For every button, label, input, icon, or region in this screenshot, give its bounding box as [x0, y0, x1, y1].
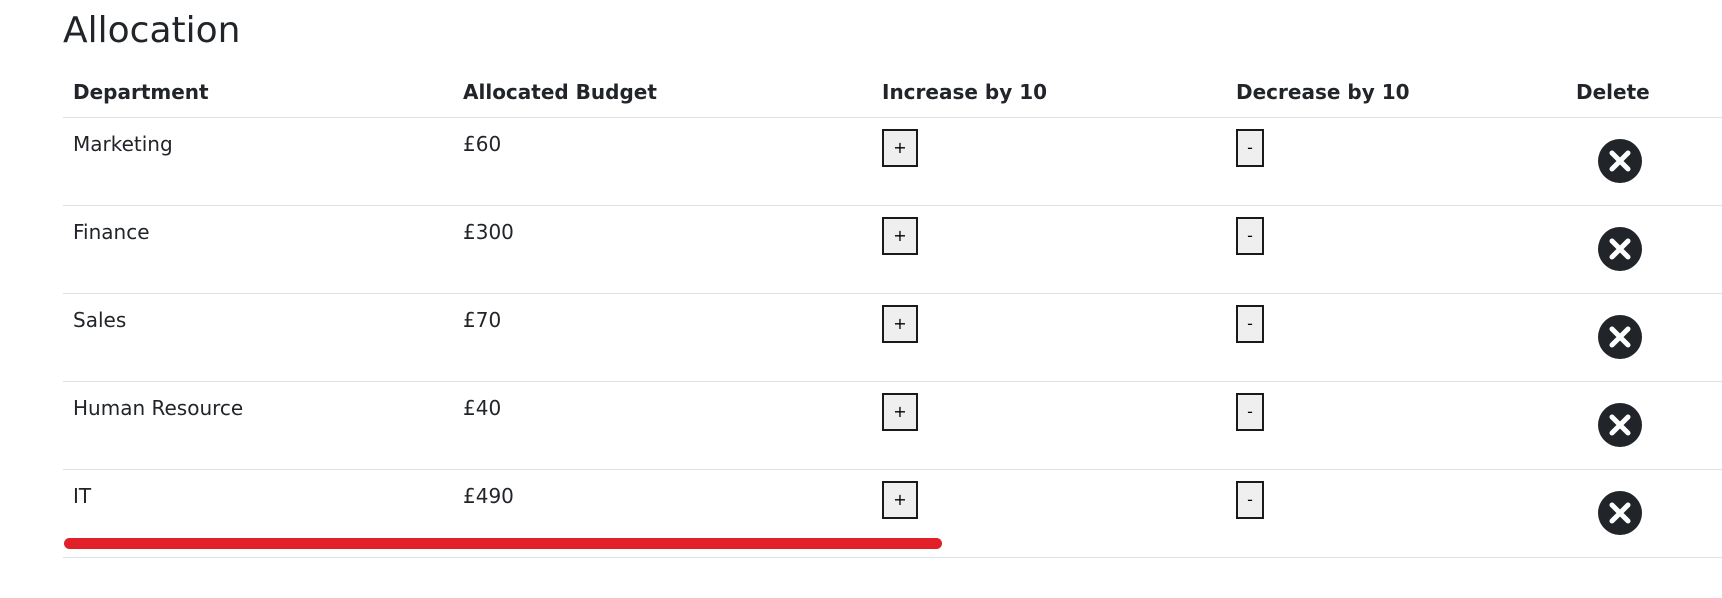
allocated-budget: £60	[463, 132, 502, 156]
increase-cell: +	[872, 205, 1226, 294]
delete-button[interactable]	[1598, 139, 1642, 183]
increase-button[interactable]: +	[882, 481, 918, 519]
highlight-underline	[64, 538, 942, 549]
department-cell: Human Resource	[63, 381, 453, 470]
close-circle-icon	[1598, 403, 1642, 447]
increase-button[interactable]: +	[882, 217, 918, 255]
increase-cell: +	[872, 117, 1226, 206]
table-row: Marketing £60 + -	[63, 117, 1722, 206]
page-title: Allocation	[63, 10, 241, 51]
delete-cell	[1576, 205, 1722, 294]
increase-button[interactable]: +	[882, 393, 918, 431]
decrease-cell: -	[1226, 381, 1576, 470]
header-decrease: Decrease by 10	[1226, 66, 1576, 118]
allocated-budget: £40	[463, 396, 502, 420]
table-row: Sales £70 + -	[63, 293, 1722, 382]
close-circle-icon	[1598, 491, 1642, 535]
department-name: Human Resource	[73, 396, 244, 420]
increase-cell: +	[872, 293, 1226, 382]
department-name: IT	[73, 484, 92, 508]
delete-button[interactable]	[1598, 403, 1642, 447]
department-name: Marketing	[73, 132, 173, 156]
department-cell: Sales	[63, 293, 453, 382]
delete-button[interactable]	[1598, 315, 1642, 359]
decrease-button[interactable]: -	[1236, 305, 1264, 343]
department-cell: Finance	[63, 205, 453, 294]
delete-button[interactable]	[1598, 227, 1642, 271]
header-increase: Increase by 10	[872, 66, 1226, 118]
close-circle-icon	[1598, 315, 1642, 359]
budget-cell: £70	[453, 293, 872, 382]
close-circle-icon	[1598, 139, 1642, 183]
increase-cell: +	[872, 381, 1226, 470]
decrease-button[interactable]: -	[1236, 217, 1264, 255]
table-row: Human Resource £40 + -	[63, 381, 1722, 470]
decrease-cell: -	[1226, 117, 1576, 206]
decrease-button[interactable]: -	[1236, 393, 1264, 431]
allocated-budget: £490	[463, 484, 514, 508]
delete-cell	[1576, 293, 1722, 382]
decrease-cell: -	[1226, 469, 1576, 558]
budget-cell: £40	[453, 381, 872, 470]
delete-cell	[1576, 469, 1722, 558]
table-row: Finance £300 + -	[63, 205, 1722, 294]
delete-cell	[1576, 117, 1722, 206]
decrease-button[interactable]: -	[1236, 129, 1264, 167]
allocated-budget: £70	[463, 308, 502, 332]
header-delete: Delete	[1576, 66, 1722, 118]
delete-button[interactable]	[1598, 491, 1642, 535]
allocation-table: Department Allocated Budget Increase by …	[63, 66, 1722, 558]
budget-cell: £60	[453, 117, 872, 206]
decrease-button[interactable]: -	[1236, 481, 1264, 519]
budget-cell: £300	[453, 205, 872, 294]
delete-cell	[1576, 381, 1722, 470]
header-department: Department	[63, 66, 453, 118]
increase-button[interactable]: +	[882, 129, 918, 167]
decrease-cell: -	[1226, 205, 1576, 294]
header-allocated-budget: Allocated Budget	[453, 66, 872, 118]
decrease-cell: -	[1226, 293, 1576, 382]
department-name: Sales	[73, 308, 127, 332]
allocated-budget: £300	[463, 220, 514, 244]
department-name: Finance	[73, 220, 150, 244]
increase-button[interactable]: +	[882, 305, 918, 343]
department-cell: Marketing	[63, 117, 453, 206]
close-circle-icon	[1598, 227, 1642, 271]
table-header-row: Department Allocated Budget Increase by …	[63, 66, 1722, 118]
